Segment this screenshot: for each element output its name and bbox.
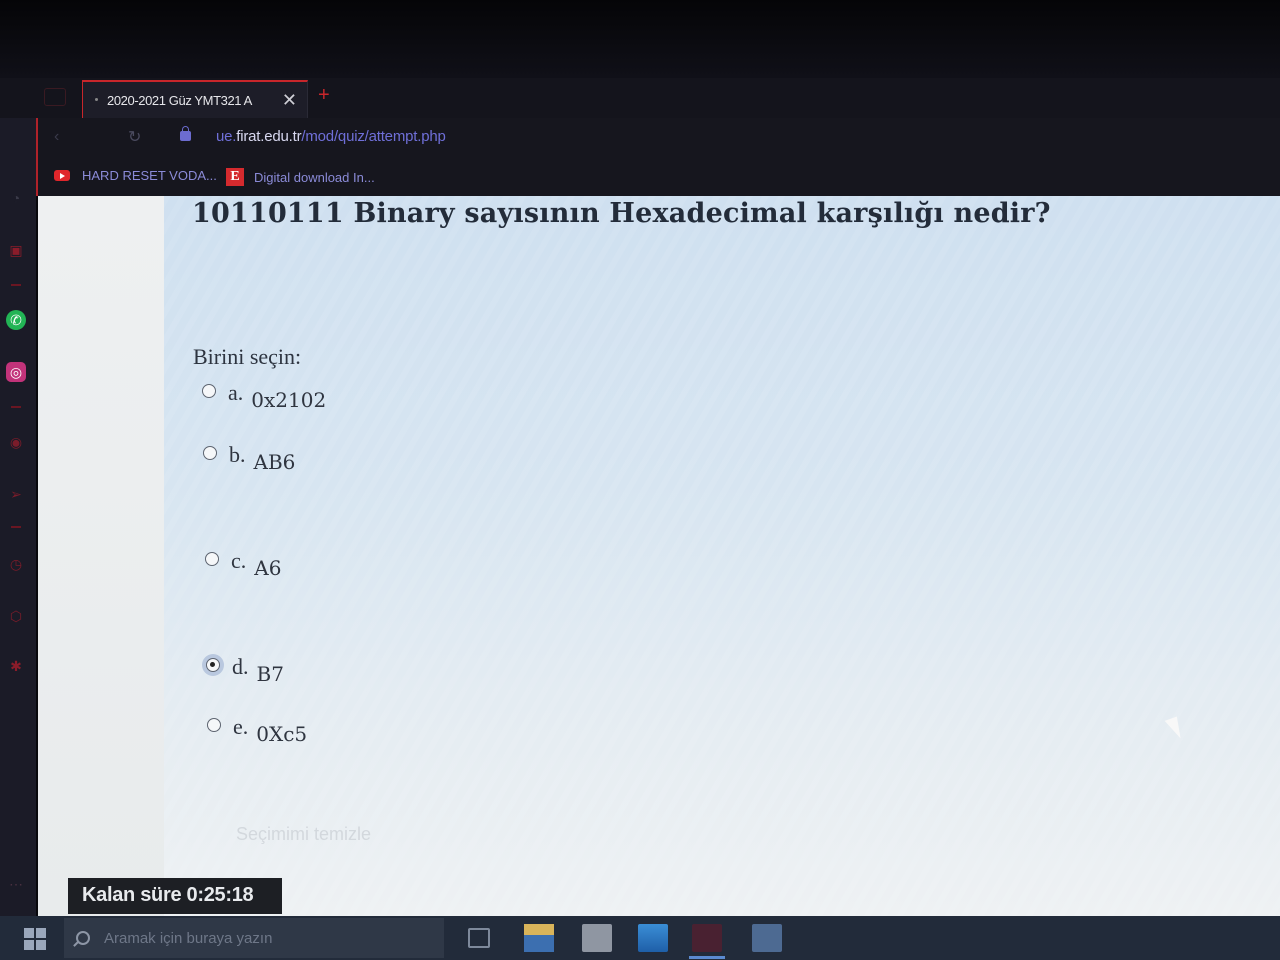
- radio-button-selected[interactable]: [206, 658, 220, 672]
- option-letter: c.: [231, 548, 247, 573]
- file-explorer-icon[interactable]: [524, 924, 554, 952]
- option-text: 0x2102: [251, 388, 327, 412]
- gear-icon[interactable]: ✱: [6, 656, 26, 676]
- instagram-icon[interactable]: ◎: [6, 362, 26, 382]
- time-remaining: Kalan süre 0:25:18: [68, 878, 282, 914]
- tab-loading-icon: [95, 98, 98, 101]
- url-text[interactable]: ue.firat.edu.tr/mod/quiz/attempt.php: [216, 128, 446, 145]
- bookmark-hard-reset[interactable]: HARD RESET VODA...: [54, 168, 217, 183]
- reload-icon[interactable]: ↻: [128, 127, 141, 147]
- option-letter: a.: [228, 380, 244, 405]
- close-icon[interactable]: ✕: [282, 90, 297, 111]
- taskbar-search-box[interactable]: Aramak için buraya yazın: [64, 918, 444, 958]
- tab-title: 2020-2021 Güz YMT321 A: [107, 92, 252, 108]
- answer-option-b[interactable]: b. AB6: [203, 442, 295, 474]
- bookmark-digital-download[interactable]: E Digital download In...: [226, 168, 375, 186]
- pinned-tab[interactable]: [44, 88, 66, 106]
- mouse-cursor-icon: [1164, 716, 1185, 742]
- radio-button[interactable]: [202, 384, 216, 398]
- answer-option-d[interactable]: d. B7: [206, 654, 284, 686]
- windows-taskbar: Aramak için buraya yazın: [0, 916, 1280, 960]
- browser-sidebar: ◔ ▣ ✆ ◎ ◉ ➢ ◷ ⬡ ✱ ⋯: [0, 118, 36, 918]
- option-text: A6: [254, 556, 282, 580]
- lock-icon[interactable]: [180, 126, 191, 141]
- bookmark-label: HARD RESET VODA...: [82, 168, 217, 183]
- choose-one-prompt: Birini seçin:: [193, 344, 302, 369]
- radio-button[interactable]: [207, 718, 221, 732]
- answer-option-a[interactable]: a. 0x2102: [202, 380, 326, 412]
- e-icon: E: [226, 168, 244, 186]
- active-app-indicator: [689, 956, 725, 959]
- bookmark-label: Digital download In...: [254, 169, 375, 185]
- option-text: AB6: [253, 450, 296, 474]
- sidebar-divider: [11, 406, 21, 408]
- option-letter: d.: [232, 654, 249, 679]
- clear-choice-link[interactable]: Seçimimi temizle: [236, 824, 371, 845]
- clock-icon[interactable]: ◷: [6, 554, 26, 574]
- question-text: 10110111 Binary sayısının Hexadecimal ka…: [192, 198, 1051, 229]
- address-bar[interactable]: ‹ ↻ ue.firat.edu.tr/mod/quiz/attempt.php: [36, 118, 1280, 158]
- radio-button[interactable]: [205, 552, 219, 566]
- tab-quiz[interactable]: 2020-2021 Güz YMT321 A ✕: [82, 80, 308, 118]
- sidebar-divider: [11, 526, 21, 528]
- youtube-icon: [54, 170, 70, 181]
- bag-icon[interactable]: ▣: [6, 240, 26, 260]
- send-icon[interactable]: ➢: [6, 484, 26, 504]
- quiz-page: 10110111 Binary sayısının Hexadecimal ka…: [38, 196, 1280, 916]
- answer-option-e[interactable]: e. 0Xc5: [207, 714, 307, 746]
- option-letter: e.: [233, 714, 249, 739]
- bookmarks-bar: HARD RESET VODA... E Digital download In…: [36, 158, 1280, 196]
- store-icon[interactable]: [582, 924, 612, 952]
- option-text: 0Xc5: [256, 722, 308, 746]
- tab-strip: 2020-2021 Güz YMT321 A ✕ +: [0, 78, 1280, 118]
- screen-bezel: [0, 0, 1280, 78]
- opera-browser-icon[interactable]: [692, 924, 722, 952]
- history-icon[interactable]: ◔: [6, 188, 26, 208]
- radio-button[interactable]: [203, 446, 217, 460]
- new-tab-button[interactable]: +: [318, 84, 330, 107]
- option-text: B7: [256, 662, 284, 686]
- option-letter: b.: [229, 442, 246, 467]
- answer-option-c[interactable]: c. A6: [205, 548, 281, 580]
- app-icon[interactable]: [752, 924, 782, 952]
- search-icon: [76, 931, 90, 945]
- page-left-margin: [38, 196, 164, 916]
- windows-start-icon[interactable]: [24, 928, 46, 950]
- mail-icon[interactable]: [638, 924, 668, 952]
- back-arrow-icon[interactable]: ‹: [54, 128, 59, 146]
- search-placeholder: Aramak için buraya yazın: [104, 929, 273, 947]
- more-icon[interactable]: ⋯: [6, 874, 26, 894]
- whatsapp-icon[interactable]: ✆: [6, 310, 26, 330]
- music-icon[interactable]: ◉: [6, 432, 26, 452]
- cube-icon[interactable]: ⬡: [6, 606, 26, 626]
- browser-chrome: 2020-2021 Güz YMT321 A ✕ + ‹ ↻ ue.firat.…: [0, 78, 1280, 196]
- sidebar-divider: [11, 284, 21, 286]
- question-content: 10110111 Binary sayısının Hexadecimal ka…: [164, 196, 1280, 916]
- task-view-icon[interactable]: [468, 928, 490, 948]
